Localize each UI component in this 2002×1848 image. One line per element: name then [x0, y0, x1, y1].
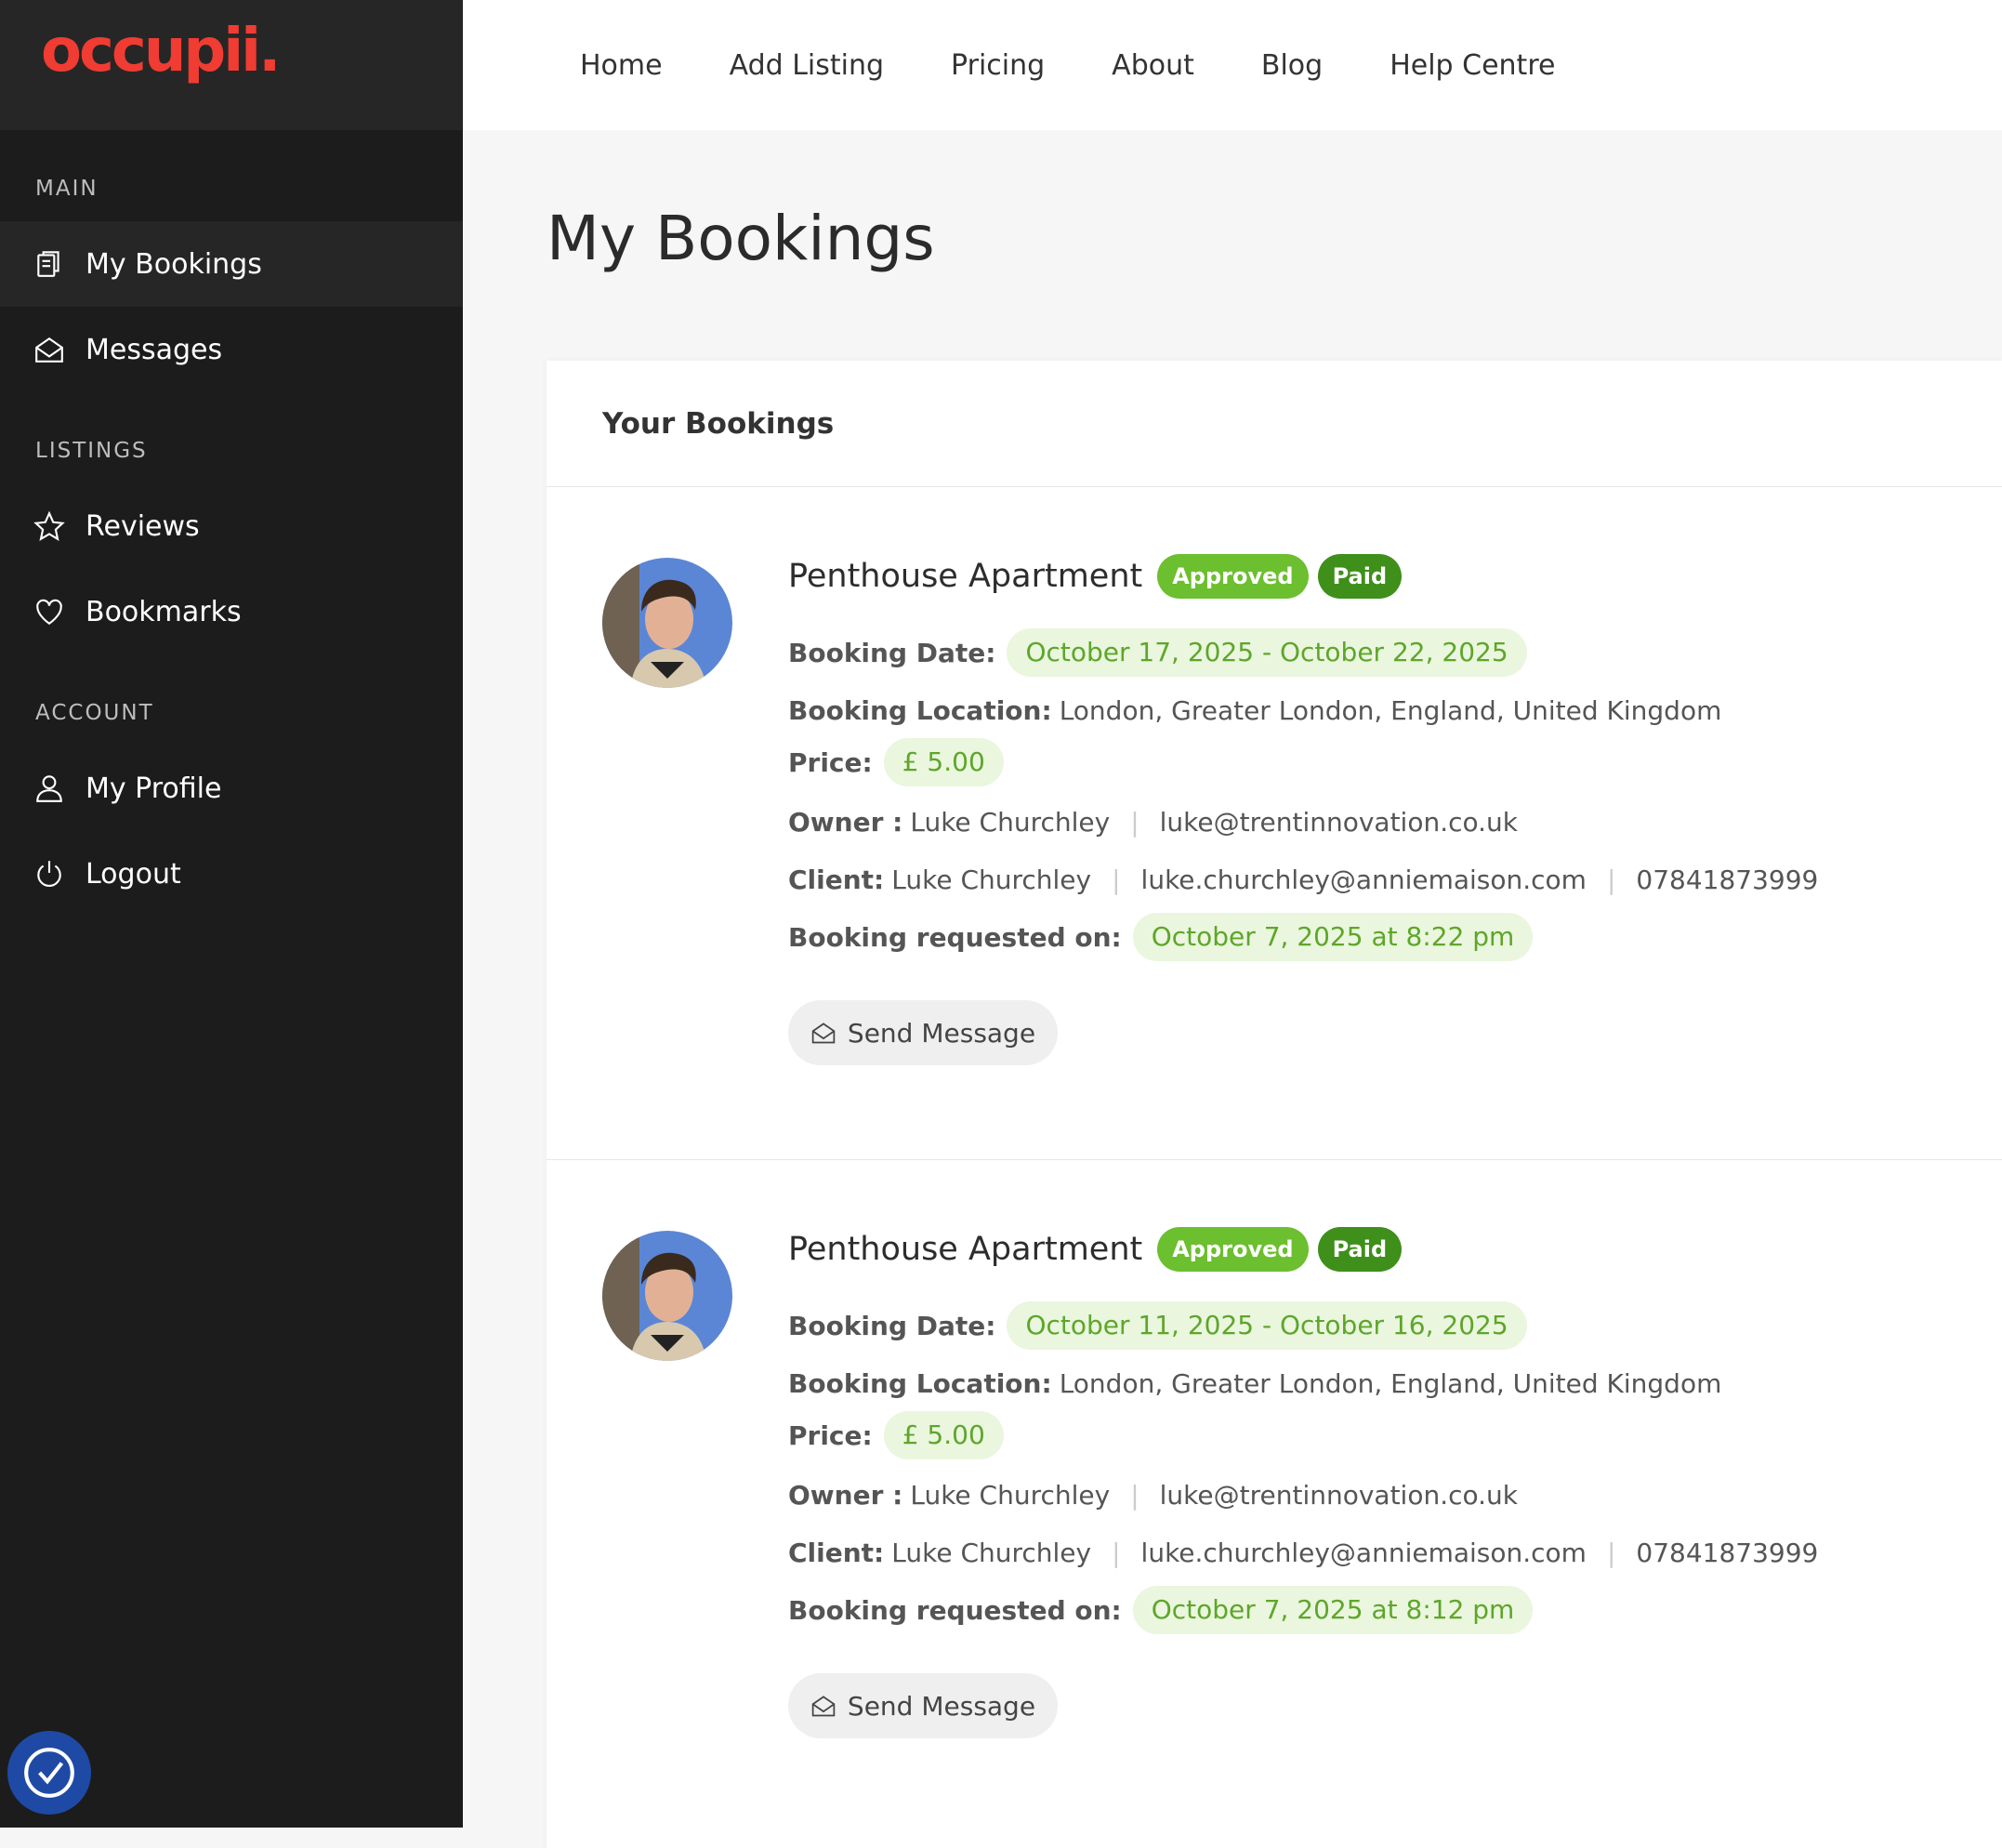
nav-add-listing[interactable]: Add Listing	[730, 49, 884, 82]
accessibility-check-icon	[24, 1748, 74, 1798]
price-label: Price:	[788, 746, 873, 778]
owner-label: Owner :	[788, 806, 903, 838]
status-badge-approved: Approved	[1157, 554, 1309, 599]
booking-item: Penthouse Apartment Approved Paid Bookin…	[547, 487, 2002, 1160]
sidebar: occupii. MAIN My Bookings Messages LISTI…	[0, 0, 463, 1828]
nav-blog[interactable]: Blog	[1261, 49, 1323, 82]
sidebar-item-my-profile[interactable]: My Profile	[0, 746, 463, 831]
envelope-icon	[811, 1023, 836, 1044]
separator: |	[1606, 864, 1616, 895]
status-badge-paid: Paid	[1317, 1227, 1403, 1272]
client-email[interactable]: luke.churchley@anniemaison.com	[1141, 1538, 1587, 1568]
status-badge-paid: Paid	[1317, 554, 1403, 599]
envelope-icon	[811, 1696, 836, 1717]
booking-details: Penthouse Apartment Approved Paid Bookin…	[788, 1225, 1978, 1738]
owner-name: Luke Churchley	[910, 1479, 1111, 1511]
requested-on-value: October 7, 2025 at 8:22 pm	[1132, 913, 1534, 961]
sidebar-item-label: Bookmarks	[86, 595, 242, 628]
sidebar-section-main: MAIN	[35, 177, 99, 201]
nav-pricing[interactable]: Pricing	[951, 49, 1045, 82]
sidebar-item-label: Logout	[86, 857, 181, 891]
booking-location-value: London, Greater London, England, United …	[1059, 1367, 1722, 1399]
separator: |	[1112, 864, 1121, 895]
listing-title[interactable]: Penthouse Apartment	[788, 558, 1142, 595]
separator: |	[1606, 1537, 1616, 1568]
client-phone[interactable]: 07841873999	[1636, 865, 1818, 895]
booking-details: Penthouse Apartment Approved Paid Bookin…	[788, 552, 1978, 1065]
avatar	[602, 558, 732, 688]
booking-location-label: Booking Location:	[788, 694, 1052, 726]
client-name: Luke Churchley	[891, 1537, 1092, 1568]
nav-home[interactable]: Home	[580, 49, 663, 82]
nav-help-centre[interactable]: Help Centre	[1390, 49, 1555, 82]
requested-on-label: Booking requested on:	[788, 921, 1122, 953]
bookings-card: Your Bookings Penthouse Apartment Approv…	[547, 361, 2002, 1848]
power-icon	[33, 858, 65, 890]
client-label: Client:	[788, 1537, 885, 1568]
separator: |	[1130, 806, 1139, 838]
accessibility-button[interactable]	[7, 1731, 91, 1815]
envelope-icon	[33, 334, 65, 365]
sidebar-item-label: My Bookings	[86, 247, 262, 281]
separator: |	[1112, 1537, 1121, 1568]
booking-item: Penthouse Apartment Approved Paid Bookin…	[547, 1160, 2002, 1833]
sidebar-section-account: ACCOUNT	[35, 701, 154, 725]
send-message-button[interactable]: Send Message	[788, 1673, 1058, 1738]
send-message-label: Send Message	[847, 1690, 1036, 1722]
avatar	[602, 1231, 732, 1361]
owner-email[interactable]: luke@trentinnovation.co.uk	[1160, 807, 1518, 838]
sidebar-item-my-bookings[interactable]: My Bookings	[0, 221, 463, 307]
sidebar-item-label: Reviews	[86, 509, 200, 543]
listing-title[interactable]: Penthouse Apartment	[788, 1231, 1142, 1268]
price-value: £ 5.00	[883, 738, 1004, 786]
requested-on-label: Booking requested on:	[788, 1594, 1122, 1626]
brand-logo[interactable]: occupii.	[41, 17, 281, 86]
owner-name: Luke Churchley	[910, 806, 1111, 838]
client-email[interactable]: luke.churchley@anniemaison.com	[1141, 865, 1587, 895]
requested-on-value: October 7, 2025 at 8:12 pm	[1132, 1586, 1534, 1634]
price-label: Price:	[788, 1419, 873, 1451]
price-value: £ 5.00	[883, 1411, 1004, 1459]
page-title: My Bookings	[547, 203, 935, 274]
separator: |	[1130, 1479, 1139, 1511]
top-navigation: Home Add Listing Pricing About Blog Help…	[463, 0, 2002, 130]
status-badge-approved: Approved	[1157, 1227, 1309, 1272]
star-icon	[33, 510, 65, 542]
owner-email[interactable]: luke@trentinnovation.co.uk	[1160, 1480, 1518, 1511]
booking-location-value: London, Greater London, England, United …	[1059, 694, 1722, 726]
client-label: Client:	[788, 864, 885, 895]
sidebar-item-label: My Profile	[86, 772, 222, 805]
card-title: Your Bookings	[547, 361, 2002, 487]
heart-icon	[33, 596, 65, 627]
booking-date-value: October 11, 2025 - October 16, 2025	[1007, 1301, 1527, 1350]
user-icon	[33, 772, 65, 804]
send-message-label: Send Message	[847, 1017, 1036, 1049]
send-message-button[interactable]: Send Message	[788, 1000, 1058, 1065]
booking-date-value: October 17, 2025 - October 22, 2025	[1007, 628, 1527, 677]
sidebar-item-label: Messages	[86, 333, 223, 366]
client-name: Luke Churchley	[891, 864, 1092, 895]
nav-about[interactable]: About	[1112, 49, 1194, 82]
booking-date-label: Booking Date:	[788, 1310, 996, 1341]
sidebar-item-bookmarks[interactable]: Bookmarks	[0, 569, 463, 654]
sidebar-item-reviews[interactable]: Reviews	[0, 483, 463, 569]
sidebar-item-logout[interactable]: Logout	[0, 831, 463, 917]
document-icon	[33, 248, 65, 280]
sidebar-section-listings: LISTINGS	[35, 439, 148, 463]
logo-area: occupii.	[0, 0, 463, 130]
client-phone[interactable]: 07841873999	[1636, 1538, 1818, 1568]
sidebar-item-messages[interactable]: Messages	[0, 307, 463, 392]
owner-label: Owner :	[788, 1479, 903, 1511]
booking-date-label: Booking Date:	[788, 637, 996, 668]
booking-location-label: Booking Location:	[788, 1367, 1052, 1399]
